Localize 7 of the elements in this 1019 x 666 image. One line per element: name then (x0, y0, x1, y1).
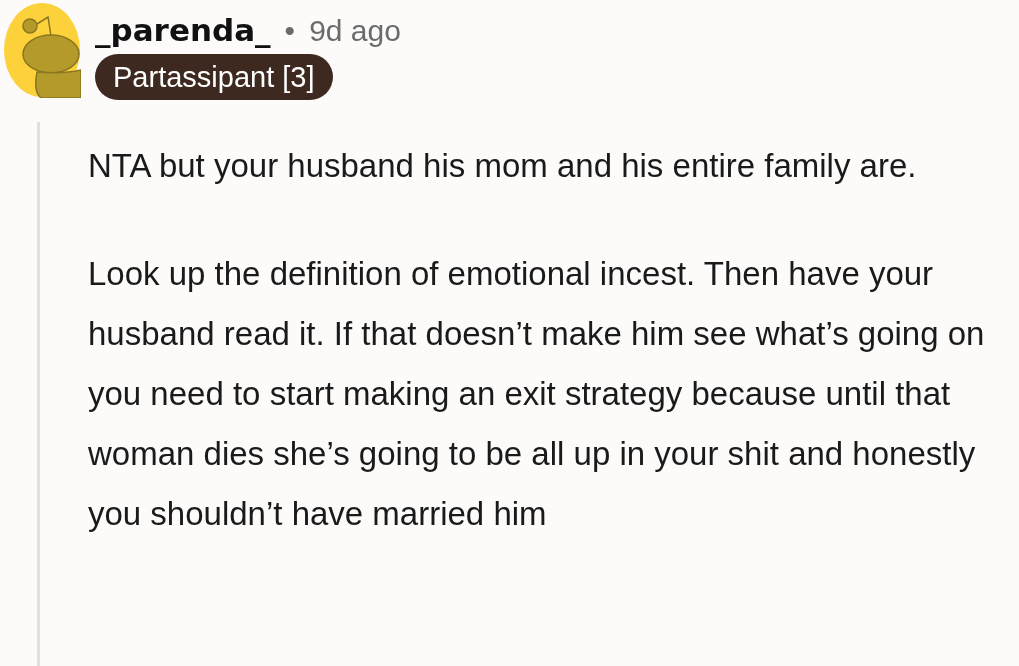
username[interactable]: _parenda_ (95, 12, 271, 48)
comment-paragraph: NTA but your husband his mom and his entire family are. (88, 146, 918, 186)
avatar-icon[interactable] (3, 2, 81, 98)
timestamp: 9d ago (309, 14, 401, 48)
user-flair: Partassipant [3] (95, 54, 333, 100)
separator-dot: • (284, 14, 296, 48)
comment-paragraph: Look up the definition of emotional incest. Then have your husband read it. If that doesn’t make him see what’s going on you need to start making an exit strategy because until that woman dies she’s going to be all up in your shit and honestly you shouldn’t have married him (88, 254, 986, 534)
